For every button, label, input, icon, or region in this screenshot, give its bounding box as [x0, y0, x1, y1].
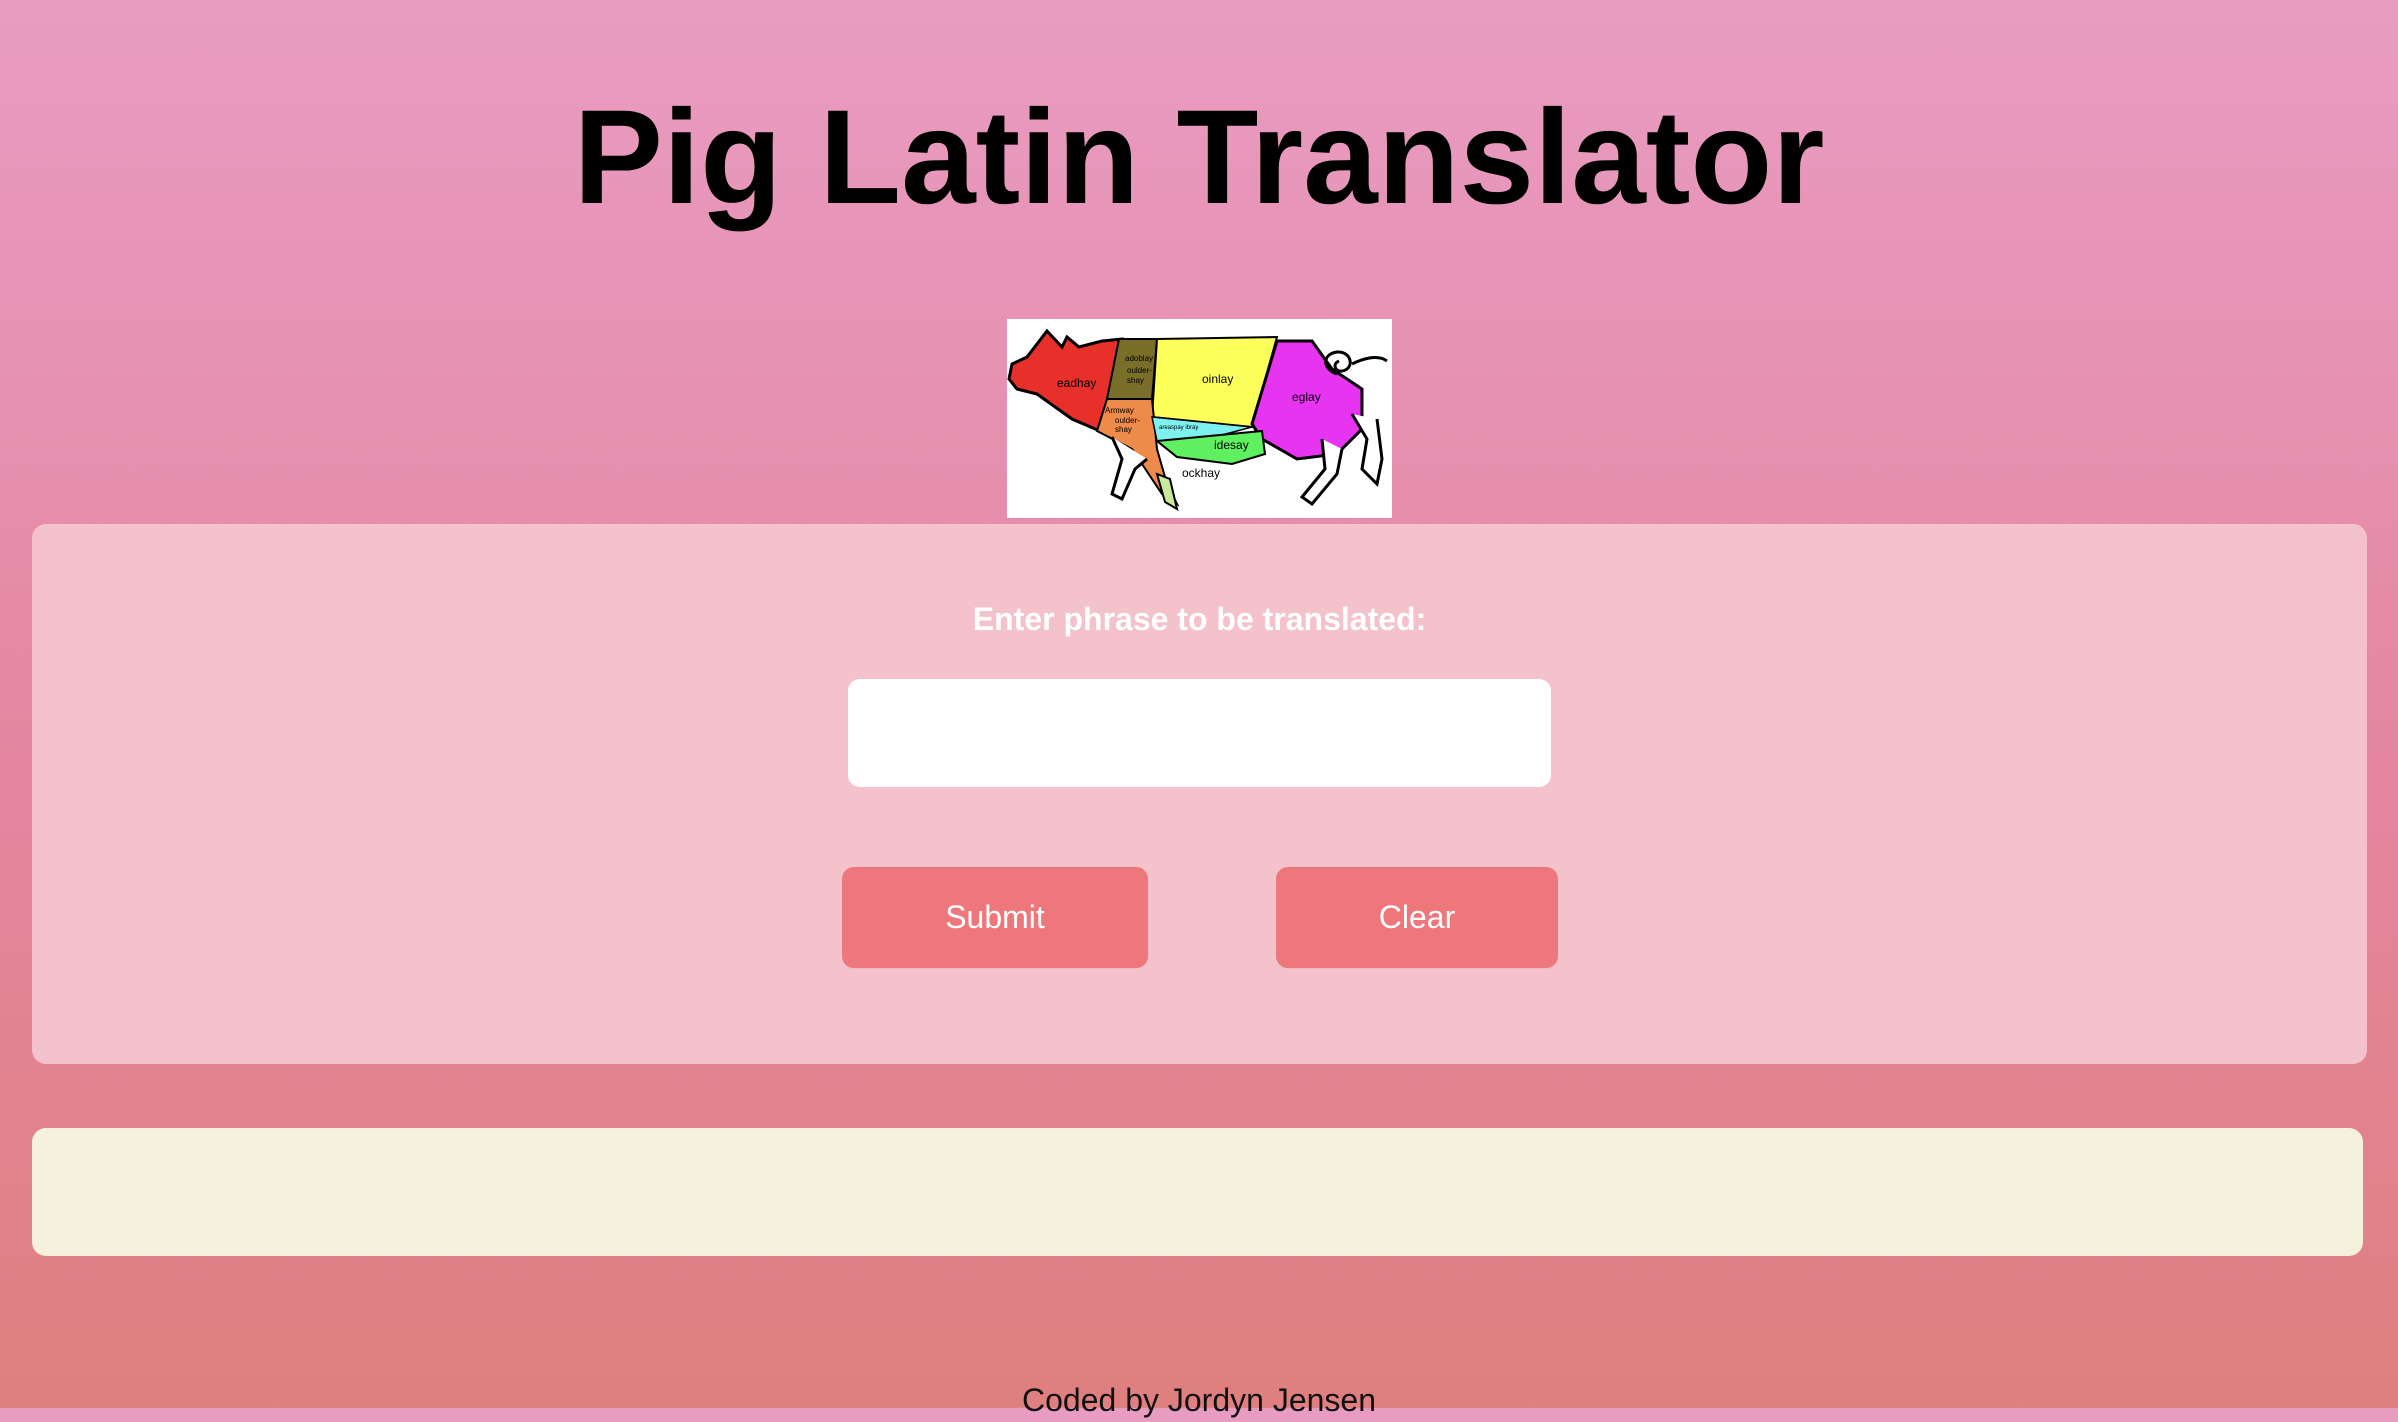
pig-label-head: eadhay — [1057, 376, 1096, 390]
page-title: Pig Latin Translator — [573, 83, 1825, 232]
pig-label-hock: ockhay — [1182, 466, 1220, 480]
translation-output — [32, 1128, 2363, 1256]
pig-label-side: idesay — [1214, 438, 1249, 452]
footer-credit: Coded by Jordyn Jensen — [1022, 1382, 1376, 1418]
pig-label-loin: oinlay — [1202, 372, 1233, 386]
pig-label-arm-mid: oulder- — [1115, 416, 1140, 425]
translator-panel: Enter phrase to be translated: Submit Cl… — [32, 524, 2367, 1064]
pig-label-shoulder-low: shay — [1127, 376, 1144, 385]
phrase-input[interactable] — [848, 679, 1551, 787]
pig-label-shoulder-mid: oulder- — [1127, 366, 1152, 375]
pig-label-shoulder-top: adoblay — [1125, 354, 1153, 363]
prompt-label: Enter phrase to be translated: — [972, 601, 1427, 637]
pig-label-spare: areaspay ibray — [1159, 425, 1198, 431]
pig-label-arm-top: Armway — [1105, 406, 1134, 415]
pig-label-arm-low: shay — [1115, 425, 1132, 434]
submit-button[interactable]: Submit — [842, 867, 1148, 968]
clear-button[interactable]: Clear — [1276, 867, 1558, 968]
pig-label-leg: eglay — [1292, 390, 1321, 404]
pig-cuts-diagram-icon: eadhay adoblay oulder- shay oinlay eglay… — [1007, 319, 1392, 518]
